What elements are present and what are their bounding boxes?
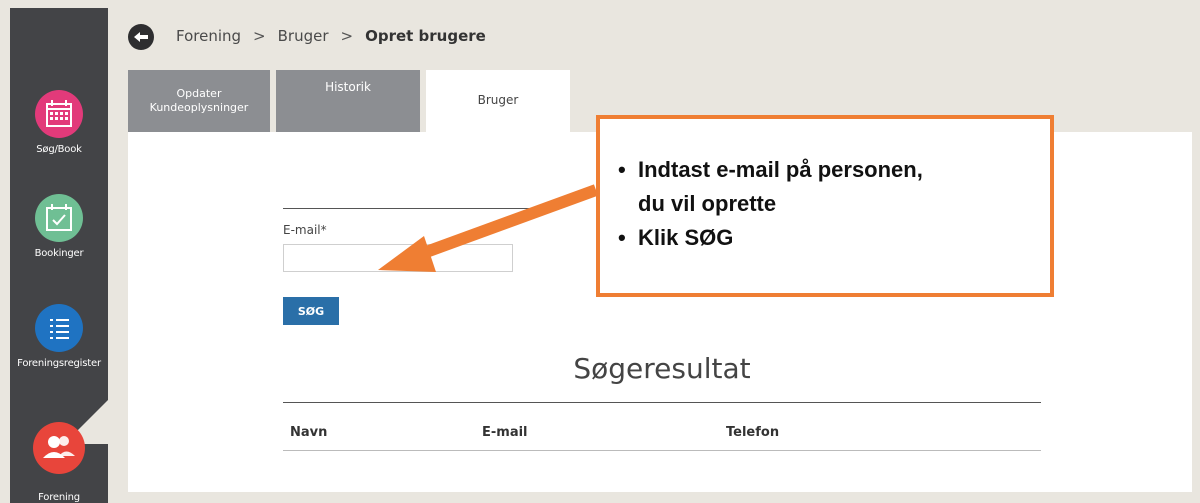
tab-bruger[interactable]: Bruger — [426, 70, 570, 134]
column-header-telefon[interactable]: Telefon — [726, 425, 779, 440]
calendar-grid-icon — [35, 90, 83, 138]
divider — [283, 208, 553, 209]
breadcrumb-item-bruger[interactable]: Bruger — [278, 27, 329, 45]
tab-label-line1: Opdater — [176, 87, 222, 100]
breadcrumb-current: Opret brugere — [365, 27, 486, 45]
breadcrumb-item-forening[interactable]: Forening — [176, 27, 241, 45]
tab-label: Historik — [325, 80, 371, 94]
sidebar-item-forening[interactable]: Forening — [10, 422, 108, 503]
arrow-left-icon — [134, 32, 148, 42]
sidebar-item-sog-book[interactable]: Søg/Book — [10, 90, 108, 155]
tab-opdater-kundeoplysninger[interactable]: Opdater Kundeoplysninger — [128, 70, 270, 132]
breadcrumb-separator: > — [340, 27, 354, 45]
tab-label: Bruger — [477, 93, 519, 107]
breadcrumb: Forening > Bruger > Opret brugere — [176, 27, 486, 45]
callout-bullet: • Indtast e-mail på personen, — [618, 153, 923, 187]
breadcrumb-separator: > — [253, 27, 266, 45]
email-label: E-mail* — [283, 223, 327, 237]
divider — [283, 450, 1041, 451]
sidebar-item-bookinger[interactable]: Bookinger — [10, 194, 108, 259]
tab-historik[interactable]: Historik — [276, 70, 420, 132]
sidebar: Søg/Book Bookinger Foreningsregister For… — [10, 8, 108, 503]
sidebar-item-label: Foreningsregister — [17, 358, 101, 369]
callout-continuation: du vil oprette — [618, 187, 923, 221]
sidebar-item-foreningsregister[interactable]: Foreningsregister — [10, 304, 108, 369]
sidebar-item-label: Bookinger — [34, 248, 84, 259]
users-icon — [33, 422, 85, 474]
sidebar-item-label: Søg/Book — [36, 144, 82, 155]
instruction-callout: • Indtast e-mail på personen, du vil opre… — [596, 115, 1054, 297]
column-header-email[interactable]: E-mail — [482, 425, 528, 440]
sidebar-item-label: Forening — [38, 492, 80, 503]
email-input[interactable] — [283, 244, 513, 272]
divider — [283, 402, 1041, 403]
callout-bullet: • Klik SØG — [618, 221, 923, 255]
tab-label-line2: Kundeoplysninger — [149, 101, 249, 114]
callout-line3: Klik SØG — [638, 225, 734, 250]
calendar-check-icon — [35, 194, 83, 242]
callout-line2: du vil oprette — [638, 191, 777, 216]
list-icon — [35, 304, 83, 352]
search-button[interactable]: SØG — [283, 297, 339, 325]
back-button[interactable] — [128, 24, 154, 50]
callout-line1: Indtast e-mail på personen, — [638, 157, 923, 182]
column-header-navn[interactable]: Navn — [290, 425, 327, 440]
results-title: Søgeresultat — [573, 352, 751, 385]
